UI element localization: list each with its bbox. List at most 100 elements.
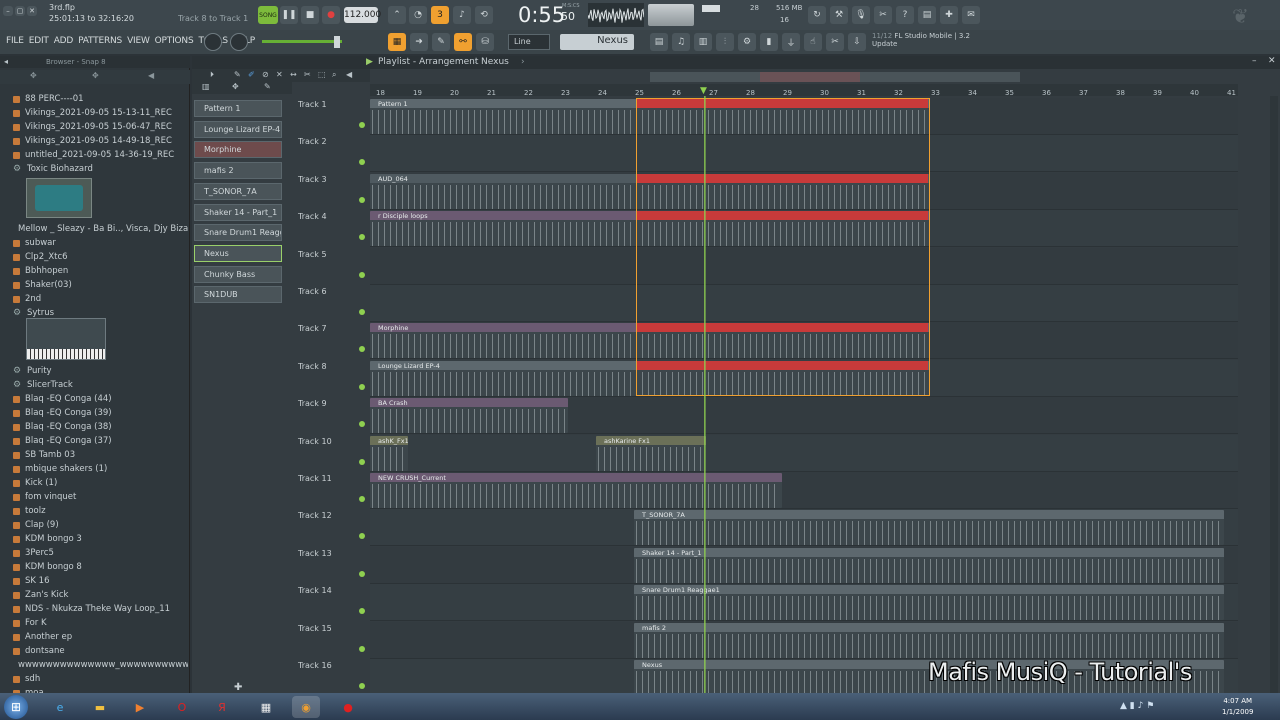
internet-explorer-icon[interactable]: e: [46, 696, 74, 718]
track-label[interactable]: Track 12: [298, 511, 358, 520]
playlist-clip[interactable]: mafis 2: [634, 622, 1224, 658]
menu-add[interactable]: ADD: [54, 36, 74, 46]
track-lane[interactable]: [370, 434, 1238, 472]
browser-item[interactable]: wwwwwwwwwwwwww_wwwwwwwwwwwwwwwwww: [13, 660, 188, 670]
channel-rack-icon[interactable]: ▥: [694, 33, 712, 51]
track-label[interactable]: Track 16: [298, 661, 358, 670]
file-explorer-icon[interactable]: ▬: [86, 696, 114, 718]
track-mute-led[interactable]: [359, 533, 365, 540]
browser-item[interactable]: Clp2_Xtc6: [13, 252, 188, 262]
slider-handle[interactable]: [334, 36, 340, 48]
track-mute-led[interactable]: [359, 421, 365, 428]
track-label[interactable]: Track 6: [298, 287, 358, 296]
browser-item[interactable]: Another ep: [13, 632, 188, 642]
tray-icons[interactable]: ▲ ▮ ♪ ⚑: [1120, 701, 1154, 711]
browser-item[interactable]: Clap (9): [13, 520, 188, 530]
browser-item[interactable]: Shaker(03): [13, 280, 188, 290]
menu-patterns[interactable]: PATTERNS: [78, 36, 122, 46]
playlist-minimize-icon[interactable]: –: [1252, 56, 1257, 66]
system-clock[interactable]: 4:07 AM 1/1/2009: [1222, 696, 1253, 718]
collapse-icon[interactable]: ✥: [92, 71, 99, 80]
browser-item[interactable]: Vikings_2021-09-05 15-06-47_REC: [13, 122, 188, 132]
track-lane[interactable]: [370, 247, 1238, 285]
pattern-select[interactable]: Nexus: [560, 34, 634, 50]
playlist-window-icon[interactable]: ▦: [388, 33, 406, 51]
menu-file[interactable]: FILE: [6, 36, 24, 46]
metronome-icon[interactable]: ⌃: [388, 6, 406, 24]
track-label[interactable]: Track 8: [298, 362, 358, 371]
browser-item[interactable]: 3Perc5: [13, 548, 188, 558]
browser-item[interactable]: SB Tamb 03: [13, 450, 188, 460]
pattern-item[interactable]: Morphine: [194, 141, 282, 159]
snap-mode-select[interactable]: Line: [508, 34, 550, 50]
timeline-ruler[interactable]: [370, 84, 1238, 96]
browser-item[interactable]: ⚙ SlicerTrack: [13, 380, 188, 390]
magnet-icon[interactable]: ⚯: [454, 33, 472, 51]
track-label[interactable]: Track 10: [298, 437, 358, 446]
draw-tool-icon[interactable]: ✎: [432, 33, 450, 51]
browser-item[interactable]: Blaq -EQ Conga (39): [13, 408, 188, 418]
stamp-icon[interactable]: ⛁: [476, 33, 494, 51]
playhead[interactable]: [704, 96, 706, 693]
project-icon[interactable]: ▮: [760, 33, 778, 51]
browser-item[interactable]: ⚙ Purity: [13, 366, 188, 376]
browser-item[interactable]: NDS - Nkukza Theke Way Loop_11: [13, 604, 188, 614]
playlist-clip[interactable]: ashKarine Fx1: [596, 435, 706, 471]
browser-menu-icon[interactable]: ◂: [4, 57, 8, 66]
brush-tool-icon[interactable]: ✐: [248, 70, 255, 79]
browser-item[interactable]: untitled_2021-09-05 14-36-19_REC: [13, 150, 188, 160]
track-label[interactable]: Track 13: [298, 549, 358, 558]
piano-roll-icon[interactable]: ♫: [672, 33, 690, 51]
browser-item[interactable]: Blaq -EQ Conga (38): [13, 422, 188, 432]
track-mute-led[interactable]: [359, 271, 365, 278]
wait-icon[interactable]: ◔: [409, 6, 427, 24]
track-label[interactable]: Track 1: [298, 100, 358, 109]
track-label[interactable]: Track 2: [298, 137, 358, 146]
browser-item[interactable]: mbique shakers (1): [13, 464, 188, 474]
touch-icon[interactable]: ☝: [804, 33, 822, 51]
track-mute-led[interactable]: [359, 570, 365, 577]
mixer-window-icon[interactable]: ⫶: [716, 33, 734, 51]
step-edit-icon[interactable]: ♪: [453, 6, 471, 24]
select-tool-icon[interactable]: ⬚: [318, 70, 326, 79]
cut-icon[interactable]: ✂: [826, 33, 844, 51]
browser-item[interactable]: For K: [13, 618, 188, 628]
pattern-item[interactable]: mafis 2: [194, 162, 282, 180]
browser-item[interactable]: Kick (1): [13, 478, 188, 488]
browser-item[interactable]: subwar: [13, 238, 188, 248]
arrow-right-icon[interactable]: ➜: [410, 33, 428, 51]
restore-icon[interactable]: ▢: [15, 6, 25, 16]
browser-item[interactable]: Vikings_2021-09-05 15-13-11_REC: [13, 108, 188, 118]
track-label[interactable]: Track 7: [298, 324, 358, 333]
master-pitch-slider[interactable]: [262, 40, 342, 43]
slice-tool-icon[interactable]: ✂: [304, 70, 311, 79]
tempo-display[interactable]: 112.000: [344, 7, 381, 23]
track-mute-led[interactable]: [359, 196, 365, 203]
menu-edit[interactable]: EDIT: [29, 36, 49, 46]
app-icon[interactable]: ▦: [252, 696, 280, 718]
playlist-menu-icon[interactable]: ⏵: [210, 70, 214, 80]
browser-item[interactable]: 88 PERC----01: [13, 94, 188, 104]
browser-item[interactable]: KDM bongo 3: [13, 534, 188, 544]
pitch-knob[interactable]: [204, 33, 222, 51]
track-lane[interactable]: [370, 285, 1238, 322]
slip-tool-icon[interactable]: ↔: [290, 70, 297, 79]
track-mute-led[interactable]: [359, 458, 365, 465]
browser-item[interactable]: SK 16: [13, 576, 188, 586]
playlist-close-icon[interactable]: ✕: [1268, 56, 1276, 66]
browser-item[interactable]: Vikings_2021-09-05 14-49-18_REC: [13, 136, 188, 146]
vertical-scrollbar[interactable]: [1270, 96, 1278, 693]
song-position-clock[interactable]: 0:55: [518, 3, 565, 27]
help-icon[interactable]: ?: [896, 6, 914, 24]
track-label[interactable]: Track 5: [298, 250, 358, 259]
playlist-icon[interactable]: ▤: [650, 33, 668, 51]
pattern-item[interactable]: Snare Drum1 Reaggae1: [194, 224, 282, 242]
opera-icon[interactable]: O: [168, 696, 196, 718]
track-mute-led[interactable]: [359, 496, 365, 502]
playlist-clip[interactable]: Shaker 14 - Part_1: [634, 547, 1224, 583]
browser-item[interactable]: Mellow _ Sleazy - Ba Bi.., Visca, Djy Bi…: [13, 224, 188, 234]
mixer-icon[interactable]: ⚒: [830, 6, 848, 24]
pattern-item[interactable]: Nexus: [194, 244, 282, 262]
fl-studio-taskbar-icon[interactable]: ◉: [292, 696, 320, 718]
browser-item[interactable]: 2nd: [13, 294, 188, 304]
